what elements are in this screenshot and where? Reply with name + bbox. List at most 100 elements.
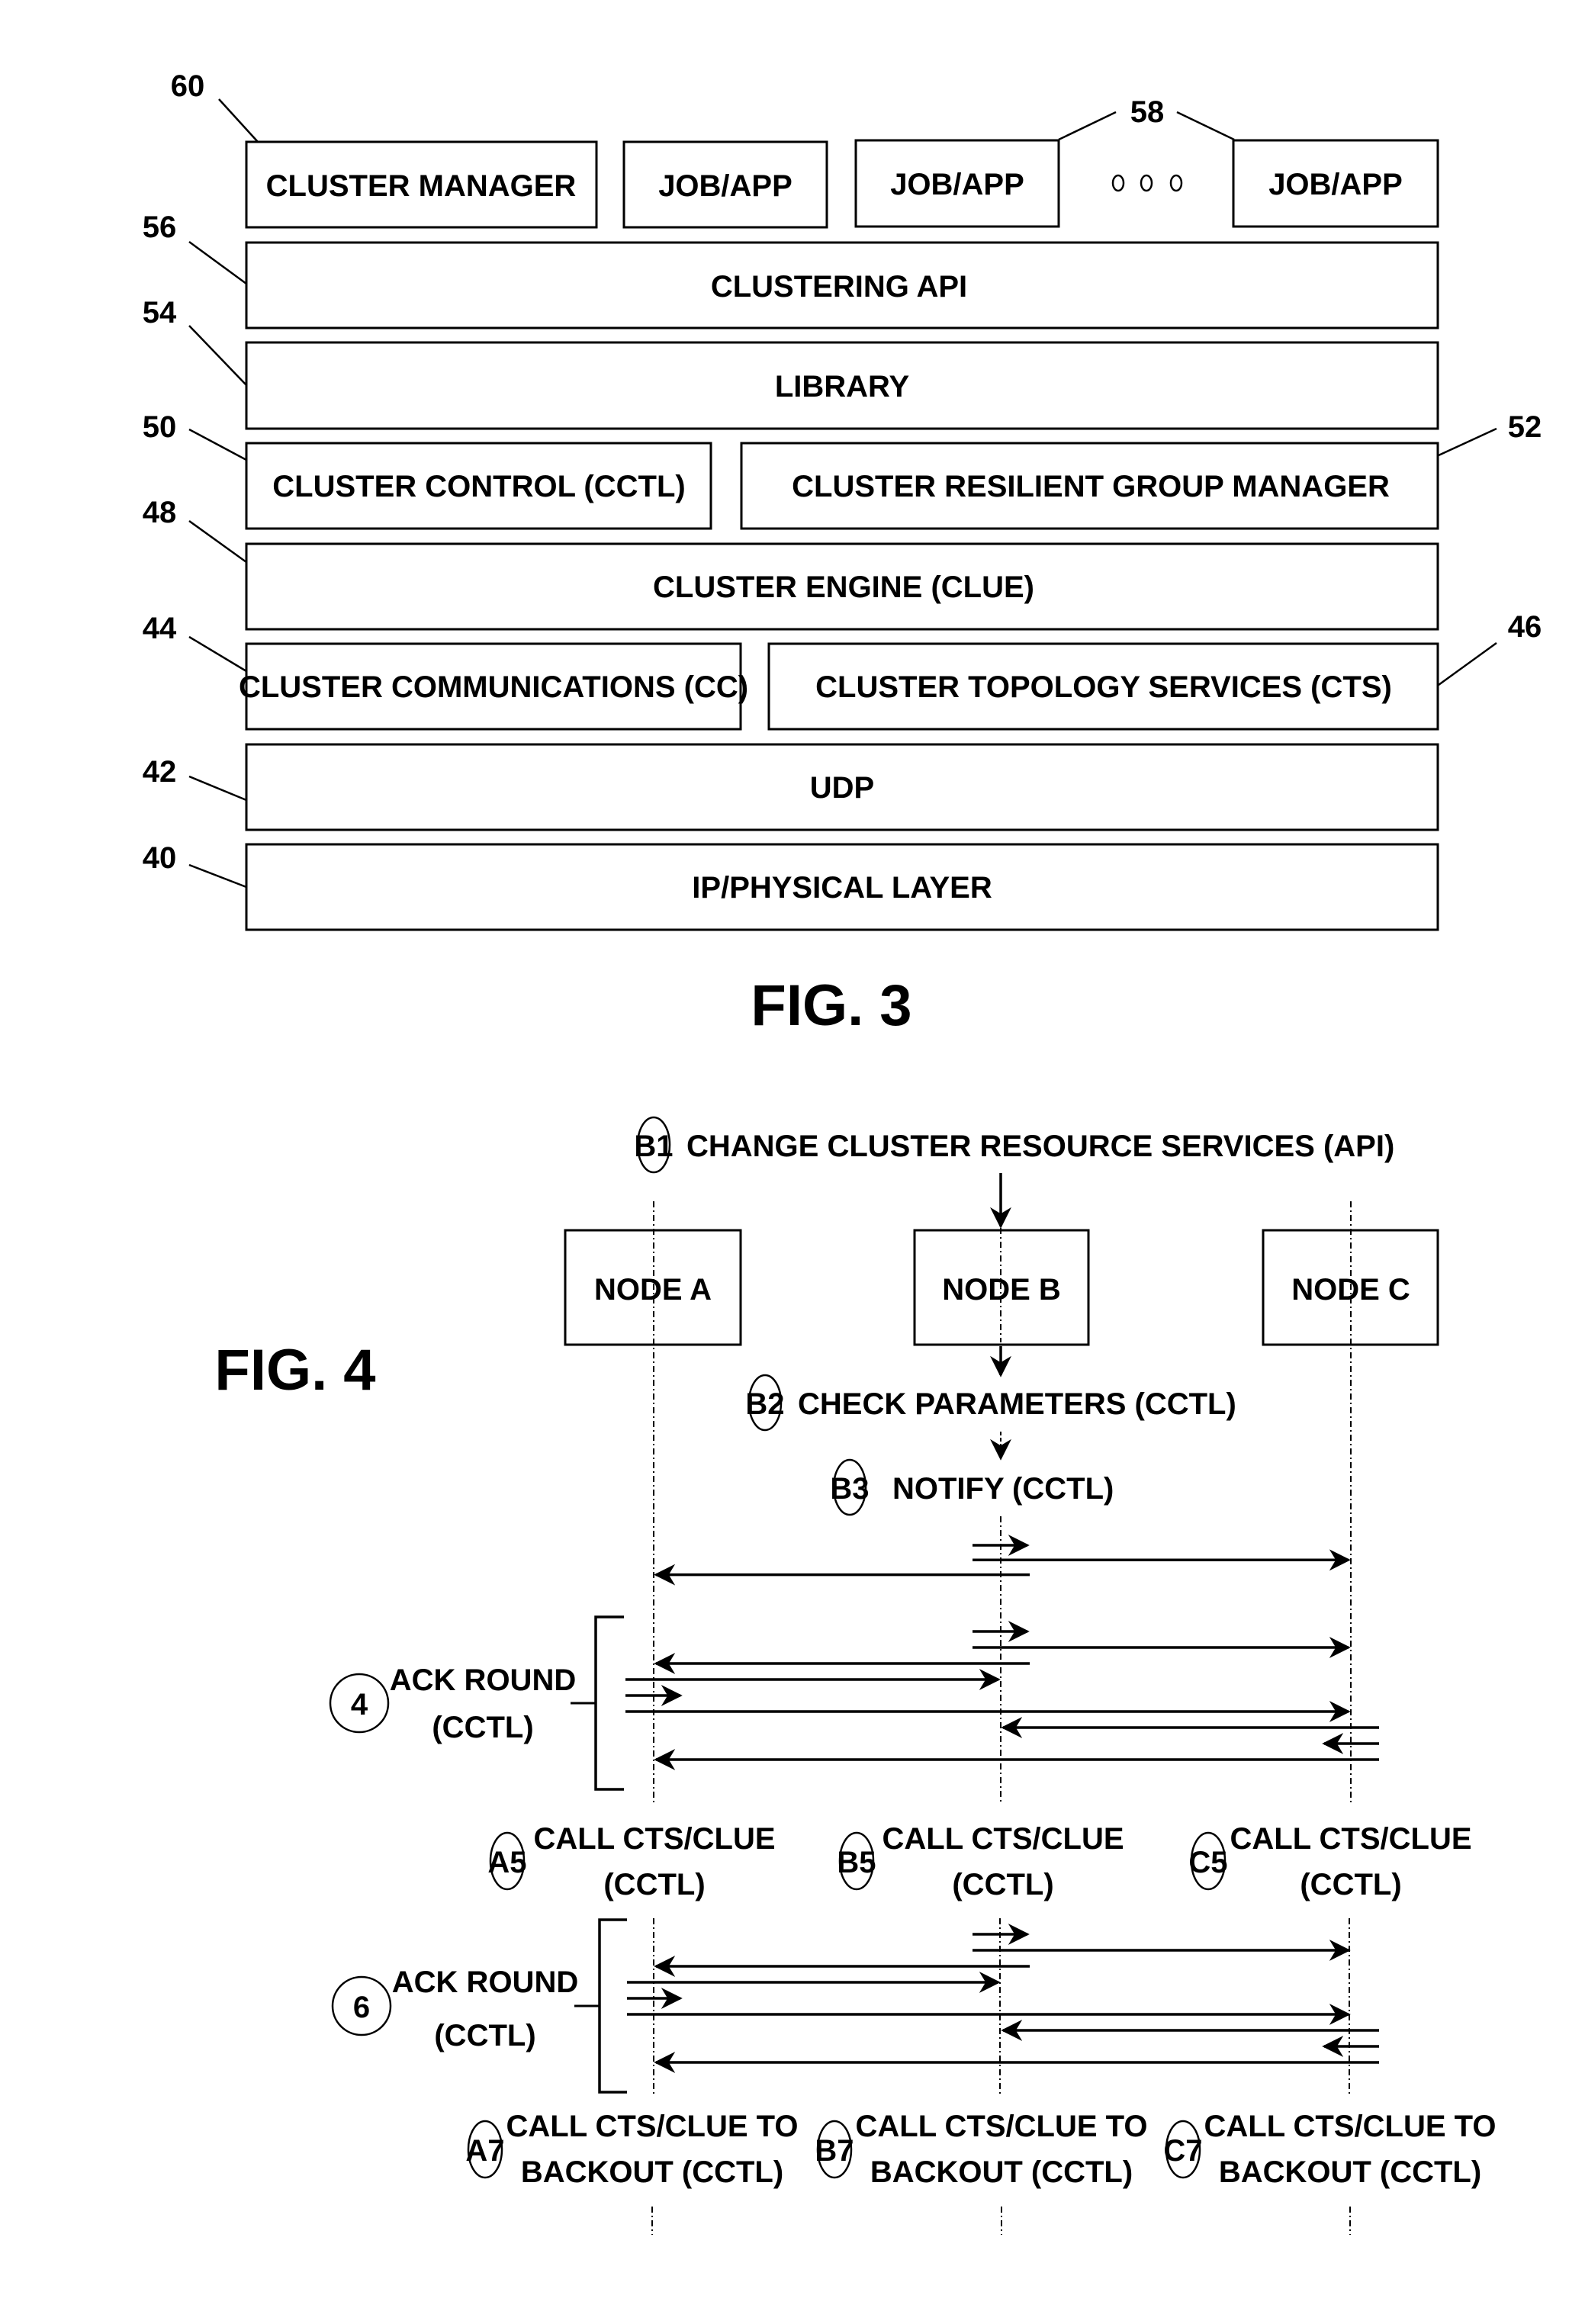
fig3-title: FIG. 3	[751, 973, 911, 1038]
layer-cluster-resilient-group-manager: CLUSTER RESILIENT GROUP MANAGER	[740, 442, 1439, 530]
step-c7-tag: C7	[1163, 2134, 1202, 2168]
leader-line	[188, 863, 247, 889]
leader-line	[188, 519, 247, 564]
ref-44: 44	[143, 612, 177, 645]
step-b2-tag: B2	[745, 1387, 784, 1421]
step-c7-line1: CALL CTS/CLUE TO	[1204, 2110, 1497, 2143]
layer-cluster-control: CLUSTER CONTROL (CCTL)	[245, 442, 712, 530]
leader-line	[188, 240, 247, 285]
leader-line	[1438, 427, 1497, 457]
job-app-label: JOB/APP	[1268, 168, 1403, 201]
step-a5-line2: (CCTL)	[603, 1868, 705, 1901]
ack-round-6-bracket	[598, 1918, 627, 2094]
layer-clustering-api: CLUSTERING API	[245, 241, 1439, 329]
library-label: LIBRARY	[775, 370, 910, 403]
layer-ip-physical: IP/PHYSICAL LAYER	[245, 843, 1439, 931]
ack-round-6: 6 ACK ROUND (CCTL)	[331, 1918, 627, 2094]
job-app-label: JOB/APP	[890, 168, 1024, 201]
ack-round-4-line2: (CCTL)	[432, 1711, 533, 1744]
layer-job-app-2: JOB/APP	[854, 139, 1060, 228]
cluster-topology-services-label: CLUSTER TOPOLOGY SERVICES (CTS)	[815, 670, 1392, 704]
ellipsis-dots	[1111, 174, 1183, 192]
ellipsis-dot	[1140, 174, 1153, 192]
ack-round-6-line1: ACK ROUND	[392, 1966, 578, 1999]
cluster-engine-label: CLUSTER ENGINE (CLUE)	[653, 571, 1034, 604]
step-c5-tag: C5	[1188, 1846, 1227, 1879]
ref-56: 56	[143, 211, 177, 244]
fig4-title: FIG. 4	[214, 1338, 375, 1403]
step-a5-line1: CALL CTS/CLUE	[533, 1822, 775, 1856]
layer-library: LIBRARY	[245, 341, 1439, 430]
leader-line	[188, 428, 247, 461]
fig4-sequence-diagram: FIG. 4 B1 CHANGE CLUSTER RESOURCE SERVIC…	[214, 1116, 1496, 2235]
step-b5-line1: CALL CTS/CLUE	[882, 1822, 1124, 1856]
layer-cluster-communications: CLUSTER COMMUNICATIONS (CC)	[239, 642, 748, 731]
ref-58: 58	[1130, 95, 1165, 129]
node-b-label: NODE B	[942, 1273, 1061, 1307]
step-b7-tag: B7	[815, 2134, 854, 2168]
step-b7-line1: CALL CTS/CLUE TO	[856, 2110, 1148, 2143]
step-b3: B3 NOTIFY (CCTL)	[830, 1432, 1114, 1516]
patent-figures: CLUSTER MANAGER JOB/APP JOB/APP JOB/APP …	[143, 69, 1542, 2235]
ip-physical-label: IP/PHYSICAL LAYER	[692, 871, 992, 905]
step-b5-tag: B5	[837, 1846, 876, 1879]
ref-52: 52	[1508, 410, 1542, 444]
cluster-control-label: CLUSTER CONTROL (CCTL)	[272, 470, 685, 503]
step-b1: B1 CHANGE CLUSTER RESOURCE SERVICES (API…	[634, 1116, 1394, 1229]
ack-round-4-bracket	[594, 1615, 624, 1791]
step-b3-tag: B3	[830, 1472, 869, 1506]
step-a7-line2: BACKOUT (CCTL)	[521, 2155, 783, 2189]
ack-round-6-line2: (CCTL)	[434, 2019, 535, 2052]
step-a7-line1: CALL CTS/CLUE TO	[506, 2110, 799, 2143]
leader-line	[188, 775, 247, 802]
step-b2: B2 CHECK PARAMETERS (CCTL)	[745, 1346, 1236, 1432]
step-c5-line2: (CCTL)	[1300, 1868, 1401, 1901]
fig3-layer-stack: CLUSTER MANAGER JOB/APP JOB/APP JOB/APP …	[143, 69, 1542, 1038]
step-7-labels: A7 CALL CTS/CLUE TO BACKOUT (CCTL) B7 CA…	[465, 2110, 1496, 2189]
leader-line	[1058, 111, 1117, 141]
step-b5-line2: (CCTL)	[952, 1868, 1053, 1901]
node-c-label: NODE C	[1291, 1273, 1410, 1307]
step-a7-tag: A7	[465, 2134, 504, 2168]
step-b7-line2: BACKOUT (CCTL)	[870, 2155, 1133, 2189]
ellipsis-dot	[1169, 174, 1183, 192]
ack-round-4: 4 ACK ROUND (CCTL)	[329, 1615, 624, 1791]
ref-40: 40	[143, 841, 177, 875]
cluster-communications-label: CLUSTER COMMUNICATIONS (CC)	[239, 670, 748, 704]
message-arrows	[625, 1535, 1379, 2073]
leader-line	[1438, 641, 1497, 686]
ack-round-6-tag: 6	[353, 1991, 370, 2024]
layer-job-app-1: JOB/APP	[622, 140, 828, 229]
ack-round-4-line1: ACK ROUND	[390, 1663, 576, 1697]
step-5-labels: A5 CALL CTS/CLUE (CCTL) B5 CALL CTS/CLUE…	[487, 1822, 1471, 1901]
ack-round-4-tag: 4	[351, 1688, 368, 1721]
step-b3-text: NOTIFY (CCTL)	[892, 1472, 1114, 1506]
job-app-label: JOB/APP	[658, 169, 792, 203]
leader-line	[1176, 111, 1235, 141]
step-a5-tag: A5	[487, 1846, 526, 1879]
ellipsis-dot	[1111, 174, 1125, 192]
step-c5-line1: CALL CTS/CLUE	[1230, 1822, 1471, 1856]
ref-42: 42	[143, 755, 177, 789]
layer-job-app-3: JOB/APP	[1232, 139, 1439, 228]
node-a-label: NODE A	[594, 1273, 712, 1307]
leader-line	[218, 98, 259, 143]
ref-48: 48	[143, 496, 177, 529]
crgm-label: CLUSTER RESILIENT GROUP MANAGER	[792, 470, 1390, 503]
ref-54: 54	[143, 296, 177, 329]
step-c7-line2: BACKOUT (CCTL)	[1219, 2155, 1481, 2189]
step-b1-text: CHANGE CLUSTER RESOURCE SERVICES (API)	[686, 1130, 1394, 1163]
leader-line	[188, 325, 247, 386]
ref-46: 46	[1508, 610, 1542, 644]
ref-60: 60	[171, 69, 205, 103]
layer-cluster-engine: CLUSTER ENGINE (CLUE)	[245, 542, 1439, 631]
step-b2-text: CHECK PARAMETERS (CCTL)	[798, 1387, 1236, 1421]
step-b1-tag: B1	[634, 1130, 673, 1163]
layer-cluster-topology-services: CLUSTER TOPOLOGY SERVICES (CTS)	[767, 642, 1439, 731]
leader-line	[188, 635, 247, 673]
clustering-api-label: CLUSTERING API	[711, 270, 967, 304]
udp-label: UDP	[810, 771, 874, 805]
cluster-manager-label: CLUSTER MANAGER	[266, 169, 577, 203]
layer-cluster-manager: CLUSTER MANAGER	[245, 140, 598, 229]
layer-udp: UDP	[245, 743, 1439, 831]
